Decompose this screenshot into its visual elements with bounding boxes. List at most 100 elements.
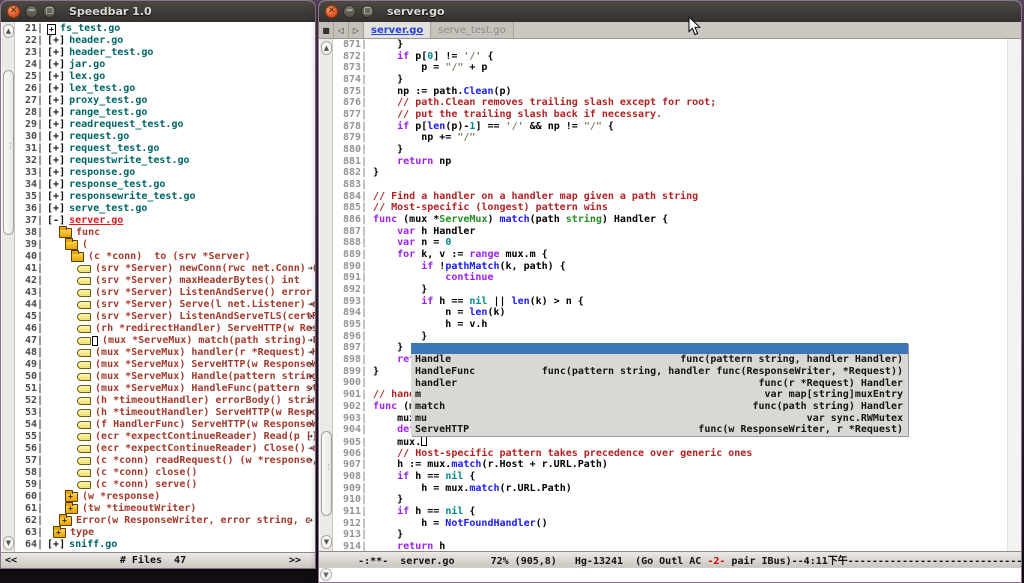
- popup-selection-bar[interactable]: [411, 343, 908, 355]
- tag-icon[interactable]: [77, 301, 91, 309]
- speedbar-row[interactable]: 63|type: [15, 527, 315, 539]
- tag-icon[interactable]: [77, 397, 91, 405]
- autocomplete-item[interactable]: Handlefunc(pattern string, handler Handl…: [411, 354, 908, 366]
- echo-scroll-stub[interactable]: ▼: [320, 568, 332, 581]
- autocomplete-item[interactable]: handlerfunc(r *Request) Handler: [411, 378, 908, 390]
- speedbar-item-label[interactable]: (srv *Server) ListenAndServe() error: [95, 287, 312, 299]
- tag-icon[interactable]: [77, 481, 91, 489]
- speedbar-body[interactable]: ▲ ⋮ ▼ 21|+fs_test.go22|[+]header.go23|[+…: [1, 22, 315, 552]
- expand-icon[interactable]: [+]: [47, 131, 65, 143]
- speedbar-item-label[interactable]: (mux *ServeMux) match(path string) Ha: [102, 335, 315, 347]
- close-icon[interactable]: ✕: [325, 5, 338, 18]
- speedbar-item-label[interactable]: (c *conn) readRequest() (w *response,: [95, 455, 315, 467]
- speedbar-item-label[interactable]: (f HandlerFunc) ServeHTTP(w ResponseW: [95, 419, 315, 431]
- scrollbar-thumb[interactable]: ⋮: [3, 70, 14, 235]
- autocomplete-item[interactable]: muvar sync.RWMutex: [411, 413, 908, 425]
- speedbar-item-label[interactable]: (c *conn) to (srv *Server): [88, 251, 251, 263]
- minimize-icon[interactable]: −: [25, 5, 38, 18]
- tag-icon[interactable]: [77, 385, 91, 393]
- speedbar-item-label[interactable]: (srv *Server) newConn(rwc net.Conn) (: [95, 263, 315, 275]
- expand-icon[interactable]: [+]: [47, 179, 65, 191]
- scroll-down-icon[interactable]: ▼: [321, 535, 332, 549]
- expand-icon[interactable]: [+]: [47, 167, 65, 179]
- folder-icon[interactable]: [59, 228, 72, 238]
- tag-icon[interactable]: [77, 421, 91, 429]
- tag-icon[interactable]: [77, 469, 91, 477]
- speedbar-row[interactable]: 56|(ecr *expectContinueReader) Close() e…: [15, 443, 315, 455]
- speedbar-item-label[interactable]: (h *timeoutHandler) ServeHTTP(w Respo: [95, 407, 315, 419]
- tag-icon[interactable]: [77, 373, 91, 381]
- tag-icon[interactable]: [77, 349, 91, 357]
- speedbar-row[interactable]: 31|[+]request_test.go: [15, 143, 315, 155]
- tab-serve-test-go[interactable]: serve_test.go: [431, 22, 513, 38]
- speedbar-item-label[interactable]: server.go: [69, 215, 123, 227]
- expand-icon[interactable]: [+]: [47, 143, 65, 155]
- autocomplete-item[interactable]: HandleFuncfunc(pattern string, handler f…: [411, 366, 908, 378]
- speedbar-item-label[interactable]: (: [82, 239, 88, 251]
- speedbar-row[interactable]: 47|(mux *ServeMux) match(path string) Ha…: [15, 335, 315, 347]
- speedbar-row[interactable]: 46|(rh *redirectHandler) ServeHTTP(w Res…: [15, 323, 315, 335]
- speedbar-row[interactable]: 58|(c *conn) close(): [15, 467, 315, 479]
- speedbar-item-label[interactable]: (mux *ServeMux) Handle(pattern string: [95, 371, 315, 383]
- expand-icon[interactable]: [+]: [47, 71, 65, 83]
- speedbar-row[interactable]: 22|[+]header.go: [15, 35, 315, 47]
- code-editor-area[interactable]: ▲ ⋮ ▼ 871| }872| if p[0] != '/' {873| p …: [319, 39, 1021, 551]
- speedbar-row[interactable]: 52|(h *timeoutHandler) errorBody() strin…: [15, 395, 315, 407]
- autocomplete-item[interactable]: mvar map[string]muxEntry: [411, 389, 908, 401]
- tag-icon[interactable]: [77, 289, 91, 297]
- speedbar-item-label[interactable]: (srv *Server) ListenAndServeTLS(certF: [95, 311, 315, 323]
- speedbar-item-label[interactable]: (srv *Server) Serve(l net.Listener) e: [95, 299, 315, 311]
- expand-icon[interactable]: [+]: [47, 119, 65, 131]
- expand-icon[interactable]: [+]: [47, 95, 65, 107]
- tag-icon[interactable]: [77, 325, 91, 333]
- speedbar-item-label[interactable]: Error(w ResponseWriter, error string, c: [76, 515, 311, 527]
- speedbar-item-label[interactable]: (mux *ServeMux) ServeHTTP(w ResponseW: [95, 359, 315, 371]
- tag-icon[interactable]: [77, 433, 91, 441]
- tag-icon[interactable]: [77, 265, 91, 273]
- tag-icon[interactable]: [77, 313, 91, 321]
- maximize-icon[interactable]: ▢: [361, 5, 374, 18]
- speedbar-item-label[interactable]: (c *conn) close(): [95, 467, 197, 479]
- speedbar-item-label[interactable]: fs_test.go: [60, 23, 120, 35]
- speedbar-item-label[interactable]: serve_test.go: [69, 203, 147, 215]
- speedbar-item-label[interactable]: response_test.go: [69, 179, 165, 191]
- speedbar-item-label[interactable]: (mux *ServeMux) HandleFunc(pattern st: [95, 383, 315, 395]
- speedbar-row[interactable]: 21|+fs_test.go: [15, 23, 315, 35]
- speedbar-item-label[interactable]: range_test.go: [69, 107, 147, 119]
- folder-icon[interactable]: [65, 504, 78, 514]
- speedbar-row[interactable]: 29|[+]readrequest_test.go: [15, 119, 315, 131]
- expand-icon[interactable]: [+]: [47, 191, 65, 203]
- speedbar-row[interactable]: 50|(mux *ServeMux) Handle(pattern string…: [15, 371, 315, 383]
- speedbar-row[interactable]: 54|(f HandlerFunc) ServeHTTP(w ResponseW…: [15, 419, 315, 431]
- folder-icon[interactable]: [53, 528, 66, 538]
- speedbar-row[interactable]: 42|(srv *Server) maxHeaderBytes() int: [15, 275, 315, 287]
- expand-icon[interactable]: [+]: [47, 539, 65, 551]
- close-icon[interactable]: ✕: [7, 5, 20, 18]
- tag-icon[interactable]: [77, 457, 91, 465]
- speedbar-row[interactable]: 32|[+]requestwrite_test.go: [15, 155, 315, 167]
- speedbar-item-label[interactable]: lex.go: [69, 71, 105, 83]
- speedbar-row[interactable]: 28|[+]range_test.go: [15, 107, 315, 119]
- editor-scrollbar[interactable]: ▲ ⋮ ▼: [320, 39, 333, 551]
- folder-icon[interactable]: [65, 492, 78, 502]
- speedbar-row[interactable]: 60|(w *response): [15, 491, 315, 503]
- speedbar-row[interactable]: 41|(srv *Server) newConn(rwc net.Conn) (…: [15, 263, 315, 275]
- tag-icon[interactable]: [77, 409, 91, 417]
- maximize-icon[interactable]: ▢: [43, 5, 56, 18]
- speedbar-item-label[interactable]: (tw *timeoutWriter): [82, 503, 196, 515]
- speedbar-row[interactable]: 35|[+]responsewrite_test.go: [15, 191, 315, 203]
- speedbar-row[interactable]: 53|(h *timeoutHandler) ServeHTTP(w Respo…: [15, 407, 315, 419]
- speedbar-row[interactable]: 45|(srv *Server) ListenAndServeTLS(certF…: [15, 311, 315, 323]
- speedbar-item-label[interactable]: (ecr *expectContinueReader) Read(p []: [95, 431, 315, 443]
- file-page-icon[interactable]: +: [47, 24, 56, 35]
- folder-icon[interactable]: [65, 240, 78, 250]
- speedbar-row[interactable]: 24|[+]jar.go: [15, 59, 315, 71]
- speedbar-row[interactable]: 27|[+]proxy_test.go: [15, 95, 315, 107]
- expand-icon[interactable]: [+]: [47, 83, 65, 95]
- speedbar-item-label[interactable]: (ecr *expectContinueReader) Close() e: [95, 443, 315, 455]
- speedbar-row[interactable]: 55|(ecr *expectContinueReader) Read(p []…: [15, 431, 315, 443]
- speedbar-item-label[interactable]: (c *conn) serve(): [95, 479, 197, 491]
- speedbar-item-label[interactable]: (srv *Server) maxHeaderBytes() int: [95, 275, 300, 287]
- speedbar-item-label[interactable]: header_test.go: [69, 47, 153, 59]
- speedbar-item-label[interactable]: func: [76, 227, 100, 239]
